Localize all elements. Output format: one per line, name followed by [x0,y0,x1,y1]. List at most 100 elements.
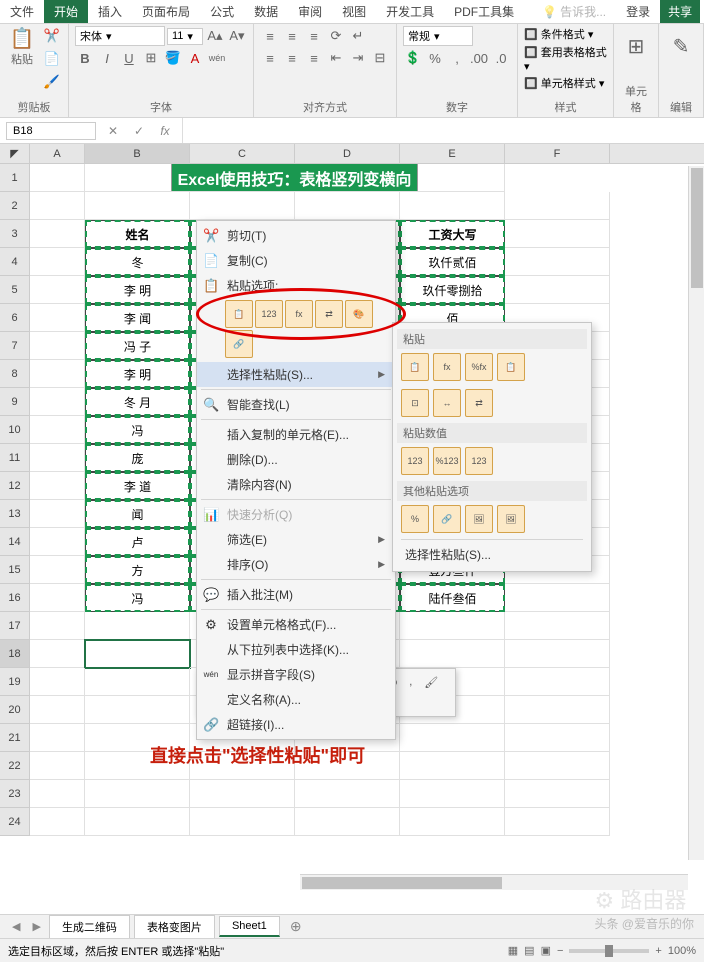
table-cell[interactable]: 玖仟零捌拾 [400,276,505,304]
indent-increase-icon[interactable]: ⇥ [348,48,368,68]
font-color-button[interactable]: A [185,48,205,68]
ctx-clear[interactable]: 清除内容(N) [197,472,395,497]
align-center-icon[interactable]: ≡ [282,48,302,68]
cell[interactable] [295,780,400,808]
cell[interactable] [505,276,610,304]
ctx-insert-copied[interactable]: 插入复制的单元格(E)... [197,422,395,447]
paste-formatting-icon[interactable]: % [401,505,429,533]
paste-formulas-icon[interactable]: fx [433,353,461,381]
active-cell[interactable] [85,640,190,668]
table-cell[interactable]: 卢 [85,528,190,556]
cell[interactable] [505,220,610,248]
cell[interactable] [505,668,610,696]
row-header[interactable]: 3 [0,220,30,248]
cell[interactable] [30,724,85,752]
mini-format-painter-icon[interactable]: 🖌 [420,674,442,691]
cancel-icon[interactable]: ✕ [104,124,122,138]
paste-formulas-icon[interactable]: fx [285,300,313,328]
cells-button[interactable]: ⊞ [620,26,652,66]
paste-col-width-icon[interactable]: ↔ [433,389,461,417]
table-cell[interactable]: 庞 [85,444,190,472]
pinyin-button[interactable]: wén [207,48,227,68]
cell[interactable] [30,528,85,556]
align-top-icon[interactable]: ≡ [260,26,280,46]
tab-tell-me[interactable]: 告诉我... [532,0,616,23]
col-header[interactable]: F [505,144,610,163]
zoom-out-button[interactable]: − [557,945,563,957]
zoom-slider[interactable] [569,949,649,953]
italic-button[interactable]: I [97,48,117,68]
scrollbar-thumb[interactable] [691,168,703,288]
row-header[interactable]: 23 [0,780,30,808]
align-bottom-icon[interactable]: ≡ [304,26,324,46]
table-format-button[interactable]: 🔲 套用表格格式 ▾ [524,44,607,73]
cell[interactable] [85,612,190,640]
cell[interactable] [30,668,85,696]
cell[interactable] [400,640,505,668]
fill-color-button[interactable]: 🪣 [163,48,183,68]
ctx-cut[interactable]: ✂️剪切(T) [197,223,395,248]
ctx-hyperlink[interactable]: 🔗超链接(I)... [197,712,395,737]
row-header[interactable]: 12 [0,472,30,500]
cell[interactable] [505,724,610,752]
row-header[interactable]: 5 [0,276,30,304]
tab-dev[interactable]: 开发工具 [376,0,444,23]
col-header[interactable]: D [295,144,400,163]
conditional-format-button[interactable]: 🔲 条件格式 ▾ [524,26,607,42]
paste-link-icon[interactable]: 🔗 [225,330,253,358]
row-header[interactable]: 2 [0,192,30,220]
enter-icon[interactable]: ✓ [130,124,148,138]
col-header[interactable]: B [85,144,190,163]
cell[interactable] [30,584,85,612]
cell[interactable] [505,808,610,836]
tab-share[interactable]: 共享 [660,0,700,23]
paste-linked-picture-icon[interactable]: 🖼 [497,505,525,533]
name-box[interactable]: B18 [6,122,96,140]
sheet-tab[interactable]: 表格变图片 [134,915,215,939]
tab-review[interactable]: 审阅 [288,0,332,23]
col-header[interactable]: A [30,144,85,163]
paste-all-icon[interactable]: 📋 [401,353,429,381]
row-header[interactable]: 15 [0,556,30,584]
cell[interactable] [400,724,505,752]
paste-special-dialog-link[interactable]: 选择性粘贴(S)... [397,542,587,567]
paste-transpose-icon[interactable]: ⇄ [465,389,493,417]
table-header[interactable]: 工资大写 [400,220,505,248]
row-header[interactable]: 10 [0,416,30,444]
tab-file[interactable]: 文件 [0,0,44,23]
cell[interactable] [30,192,85,220]
cell[interactable] [505,248,610,276]
cell[interactable] [190,808,295,836]
row-header[interactable]: 22 [0,752,30,780]
bold-button[interactable]: B [75,48,95,68]
zoom-in-button[interactable]: + [655,945,661,957]
increase-decimal-icon[interactable]: .00 [469,48,489,68]
ctx-show-pinyin[interactable]: wén显示拼音字段(S) [197,662,395,687]
tab-layout[interactable]: 页面布局 [132,0,200,23]
paste-formulas-num-icon[interactable]: %fx [465,353,493,381]
table-cell[interactable]: 冯 子 [85,332,190,360]
cell[interactable] [400,780,505,808]
cell[interactable] [30,164,85,192]
format-painter-icon[interactable]: 🖌️ [42,72,62,92]
view-normal-icon[interactable]: ▦ [508,944,518,957]
cell[interactable] [400,192,505,220]
cell[interactable] [400,752,505,780]
formula-input[interactable] [182,118,698,143]
col-header[interactable]: E [400,144,505,163]
paste-all-icon[interactable]: 📋 [225,300,253,328]
cell[interactable] [30,640,85,668]
align-middle-icon[interactable]: ≡ [282,26,302,46]
underline-button[interactable]: U [119,48,139,68]
row-header[interactable]: 20 [0,696,30,724]
paste-picture-icon[interactable]: 🖼 [465,505,493,533]
paste-button[interactable]: 📋粘贴 [6,26,38,66]
currency-icon[interactable]: 💲 [403,48,423,68]
cell[interactable] [30,444,85,472]
paste-values-num-icon[interactable]: %123 [433,447,461,475]
row-header[interactable]: 18 [0,640,30,668]
percent-icon[interactable]: % [425,48,445,68]
row-header[interactable]: 11 [0,444,30,472]
cell[interactable] [85,780,190,808]
cell[interactable] [295,192,400,220]
